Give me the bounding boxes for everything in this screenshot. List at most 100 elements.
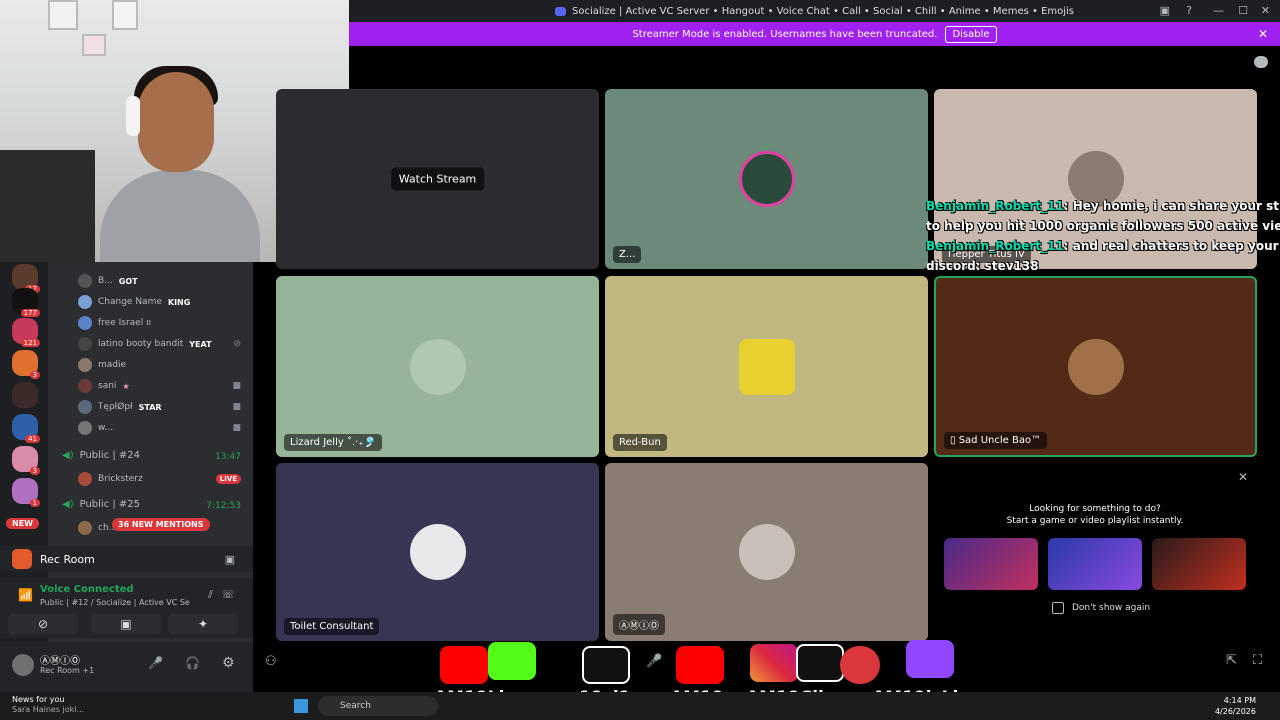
video-tile[interactable]: Lizard Jelly ˚.‧₊🎐 [276, 276, 599, 457]
video-tile[interactable]: Toilet Consultant [276, 463, 599, 641]
server-logo-icon [554, 6, 566, 16]
user-name[interactable]: ⒶⓂⒾⓄ [40, 652, 80, 667]
participant-name: ⒶⓂⒾⓄ [613, 614, 665, 635]
news-widget[interactable]: News for you Sara Haines joki... [12, 695, 84, 715]
screen-share-button[interactable]: ▣ [91, 614, 161, 634]
voice-user[interactable]: B... GOT [78, 274, 138, 288]
search-box[interactable]: Search [318, 696, 438, 716]
popout-icon[interactable]: ⇱ [1226, 653, 1237, 668]
help-icon[interactable]: ? [1186, 4, 1192, 17]
video-tile[interactable]: Z... [605, 89, 928, 269]
instagram-icon [750, 644, 798, 682]
speaker-icon: ◀) [62, 450, 74, 461]
stream-chat-overlay: Benjamin_Robert_11: Hey homie, i can sha… [926, 196, 1280, 272]
hangup-button[interactable] [840, 646, 880, 684]
mute-icon: ⊘ [233, 339, 241, 349]
avatar [738, 338, 795, 395]
disable-button[interactable]: Disable [945, 25, 997, 43]
server-icon[interactable]: 1 [12, 478, 40, 507]
video-tile[interactable]: Red-Bun [605, 276, 928, 457]
avatar [738, 524, 795, 580]
chat-icon[interactable] [1254, 56, 1268, 68]
chat-line: to help you hit 1000 organic followers 5… [926, 219, 1280, 233]
microphone-icon[interactable]: 🎤 [148, 656, 163, 670]
youtube-icon [676, 646, 724, 684]
participant-name: Red-Bun [613, 434, 667, 451]
voice-connected-title[interactable]: Voice Connected [40, 584, 134, 595]
banner-text: Streamer Mode is enabled. Usernames have… [632, 28, 938, 40]
window-titlebar: Socialize | Active VC Server • Hangout •… [349, 0, 1280, 22]
minimize-button[interactable]: — [1213, 4, 1224, 17]
game-card[interactable] [1152, 538, 1246, 590]
video-icon: ■ [232, 381, 241, 391]
server-icon[interactable]: 3 [12, 350, 40, 379]
voice-user[interactable]: ᎢęρłØрł STAR [78, 400, 162, 414]
microphone-icon[interactable]: 🎤 [646, 654, 662, 669]
server-icon[interactable] [12, 382, 38, 408]
voice-user[interactable]: w... [78, 421, 113, 435]
camera-button[interactable]: ⊘ [8, 614, 78, 634]
server-icon[interactable]: 121 [12, 318, 40, 347]
close-button[interactable]: ✕ [1261, 4, 1270, 17]
voice-user[interactable]: madie [78, 358, 126, 372]
video-tile[interactable]: ⒶⓂⒾⓄ [605, 463, 928, 641]
avatar[interactable] [12, 654, 34, 676]
maximize-button[interactable]: ☐ [1238, 4, 1248, 17]
people-icon[interactable]: ⚇ [265, 654, 277, 669]
participant-name: Lizard Jelly ˚.‧₊🎐 [284, 434, 383, 451]
mobile-icon: ▯ [950, 435, 959, 446]
server-icon[interactable]: 17 [12, 264, 40, 293]
voice-user[interactable]: Bricksterz [78, 472, 143, 486]
screen-share-icon[interactable]: ▣ [225, 553, 235, 566]
voice-connected-subtitle[interactable]: Public | #12 / Socialize | Active VC Ser… [40, 598, 190, 607]
voice-user[interactable]: sani ★ [78, 379, 130, 393]
server-icon[interactable]: 41 [12, 414, 40, 443]
voice-user[interactable]: latino booty bandit YEAT [78, 337, 212, 351]
dont-show-again[interactable]: Don't show again [1052, 602, 1150, 614]
activity-bar[interactable]: Rec Room ▣ [0, 546, 253, 572]
game-card[interactable] [1048, 538, 1142, 590]
new-badge[interactable]: NEW [6, 518, 39, 529]
chat-line: Benjamin_Robert_11: Hey homie, i can sha… [926, 199, 1280, 213]
video-icon: ■ [232, 423, 241, 433]
window-title: Socialize | Active VC Server • Hangout •… [571, 5, 1075, 17]
streamer-mode-banner: Streamer Mode is enabled. Usernames have… [349, 22, 1280, 46]
voice-channel[interactable]: ◀) Public | #24 [62, 450, 140, 461]
video-tile-speaking[interactable]: ▯ Sad Uncle Bao™ [934, 276, 1257, 457]
channel-timer: 13:47 [215, 452, 241, 462]
fullscreen-icon[interactable]: ⛶ [1253, 653, 1262, 668]
gear-icon[interactable]: ⚙ [222, 655, 235, 671]
voice-channel[interactable]: ◀) Public | #25 [62, 499, 140, 510]
x-icon [796, 644, 844, 682]
new-mentions-pill[interactable]: 36 NEW MENTIONS [112, 518, 210, 531]
activity-subheading: Start a game or video playlist instantly… [1006, 516, 1184, 526]
checkbox[interactable] [1052, 602, 1064, 614]
avatar [409, 524, 466, 580]
speaker-icon: ◀) [62, 499, 74, 510]
signal-icon[interactable]: 📶 [18, 588, 33, 602]
game-card[interactable] [944, 538, 1038, 590]
rec-room-icon [12, 549, 32, 569]
voice-user[interactable]: free Israel ıı [78, 316, 151, 330]
windows-taskbar: News for you Sara Haines joki... Search 4… [0, 692, 1280, 720]
inbox-icon[interactable]: ▣ [1160, 4, 1170, 17]
voice-user[interactable]: Change Name KING [78, 295, 190, 309]
noise-suppression-icon[interactable]: ⫽ [208, 588, 213, 602]
avatar [409, 338, 466, 395]
close-icon[interactable]: ✕ [1238, 470, 1248, 484]
server-icon[interactable]: 177 [12, 288, 40, 317]
user-panel: ⒶⓂⒾⓄ Rec Room +1 🎤 🎧 ⚙ [0, 642, 253, 692]
video-icon: ■ [232, 402, 241, 412]
stream-tile[interactable]: Watch Stream [276, 89, 599, 269]
headphones-icon[interactable]: 🎧 [185, 656, 200, 670]
close-icon[interactable]: ✕ [1258, 27, 1268, 41]
live-badge: LIVE [215, 474, 241, 484]
windows-start-icon[interactable] [294, 699, 308, 713]
server-icon[interactable]: 3 [12, 446, 40, 475]
watch-stream-button[interactable]: Watch Stream [390, 167, 485, 191]
chat-line: discord: stev138 [926, 259, 1039, 272]
chat-line: Benjamin_Robert_11: and real chatters to… [926, 239, 1280, 253]
disconnect-icon[interactable]: ☏ [221, 588, 235, 601]
system-clock[interactable]: 4:14 PM 4/26/2026 [1215, 695, 1256, 717]
activities-button[interactable]: ✦ [168, 614, 238, 634]
